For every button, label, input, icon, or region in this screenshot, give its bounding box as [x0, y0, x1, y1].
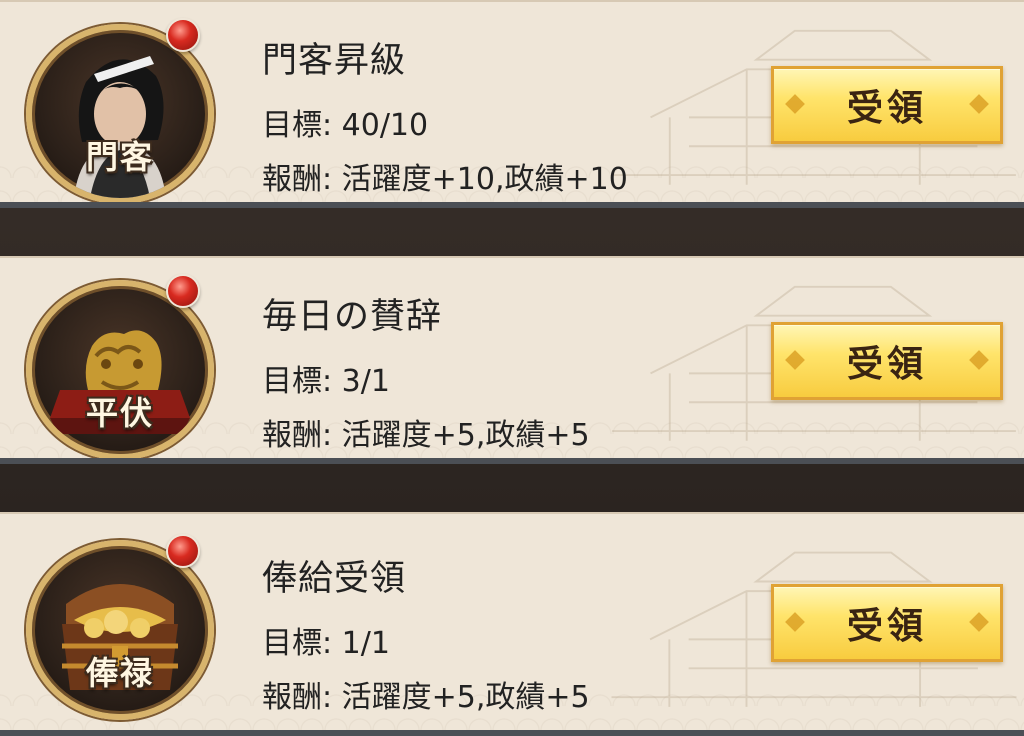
notification-dot	[166, 274, 200, 308]
quest-reward: 報酬: 活躍度+5,政績+5	[262, 680, 590, 715]
quest-icon-label: 俸禄	[85, 654, 154, 692]
quest-reward: 報酬: 活躍度+10,政績+10	[262, 162, 628, 197]
quest-icon-label: 門客	[85, 138, 154, 176]
quest-goal: 目標: 3/1	[262, 364, 390, 399]
quest-list: 門客 門客昇級 目標: 40/10 報酬: 活躍度+10,政績+10 受領 平伏…	[0, 0, 1024, 736]
quest-card: 俸禄 俸給受領 目標: 1/1 報酬: 活躍度+5,政績+5 受領	[0, 512, 1024, 736]
quest-reward: 報酬: 活躍度+5,政績+5	[262, 418, 590, 453]
quest-title: 門客昇級	[262, 41, 407, 81]
notification-dot	[166, 18, 200, 52]
quest-title: 俸給受領	[262, 559, 407, 599]
claim-button[interactable]: 受領	[771, 584, 1003, 662]
notification-dot	[166, 534, 200, 568]
quest-title: 毎日の賛辞	[262, 297, 443, 337]
quest-goal: 目標: 40/10	[262, 108, 429, 143]
quest-icon-label: 平伏	[85, 394, 154, 432]
quest-card: 門客 門客昇級 目標: 40/10 報酬: 活躍度+10,政績+10 受領	[0, 0, 1024, 208]
claim-button[interactable]: 受領	[771, 322, 1003, 400]
quest-icon-frame[interactable]: 平伏	[22, 272, 214, 458]
quest-icon-frame[interactable]: 俸禄	[22, 532, 214, 720]
quest-icon-frame[interactable]: 門客	[22, 16, 214, 202]
claim-button[interactable]: 受領	[771, 66, 1003, 144]
quest-goal: 目標: 1/1	[262, 626, 390, 661]
quest-card: 平伏 毎日の賛辞 目標: 3/1 報酬: 活躍度+5,政績+5 受領	[0, 256, 1024, 464]
